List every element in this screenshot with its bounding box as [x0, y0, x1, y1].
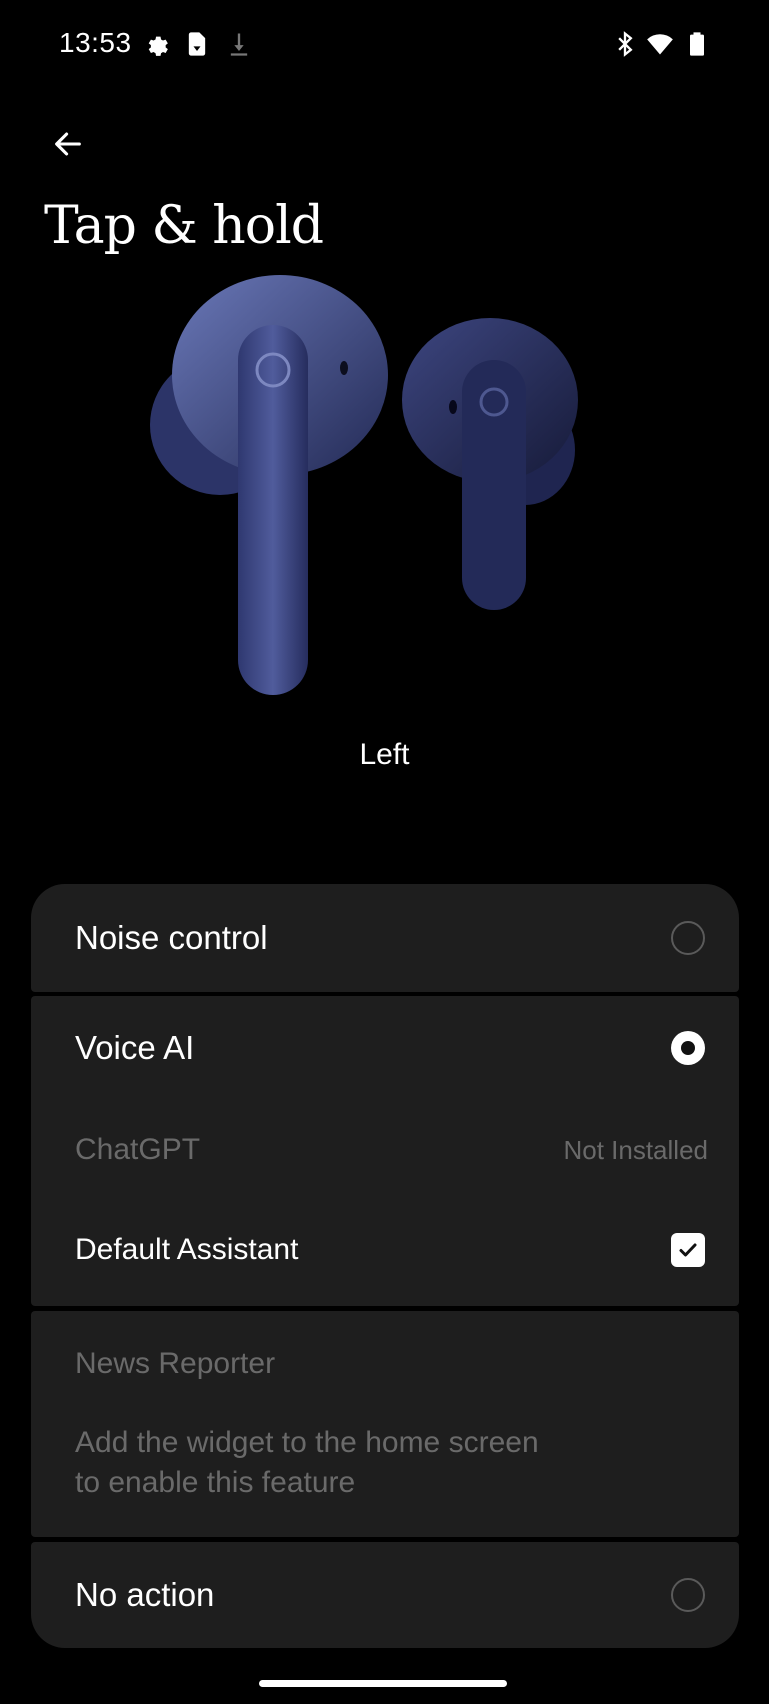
settings-gear-icon: [148, 36, 168, 56]
voice-ai-radio[interactable]: [671, 1031, 705, 1065]
no-action-option[interactable]: No action: [31, 1542, 739, 1648]
earbuds-image: [150, 275, 578, 695]
news-reporter-hint: Add the widget to the home screen to ena…: [75, 1426, 539, 1499]
voice-ai-option[interactable]: Voice AI: [75, 996, 705, 1100]
home-indicator[interactable]: [259, 1680, 507, 1687]
checkmark-icon: [679, 1243, 697, 1257]
battery-icon: [690, 32, 704, 56]
back-button[interactable]: [44, 120, 92, 168]
news-reporter-option: News Reporter Add the widget to the home…: [31, 1311, 739, 1537]
noise-control-option[interactable]: Noise control: [31, 884, 739, 992]
status-bar: 13:53: [0, 0, 769, 90]
default-assistant-checkbox[interactable]: [671, 1233, 705, 1267]
no-action-label: No action: [75, 1576, 215, 1613]
arrow-left-icon: [55, 132, 81, 156]
voice-ai-card: Voice AI ChatGPT Not Installed Default A…: [31, 996, 739, 1306]
news-reporter-label: News Reporter: [75, 1347, 276, 1380]
noise-control-radio[interactable]: [671, 921, 705, 955]
chatgpt-option: ChatGPT Not Installed: [75, 1100, 708, 1200]
download-file-icon: [188, 32, 206, 56]
no-action-radio[interactable]: [671, 1578, 705, 1612]
download-arrow-icon: [230, 33, 248, 56]
noise-control-label: Noise control: [75, 919, 268, 956]
earbud-side-label: Left: [359, 738, 410, 771]
chatgpt-label: ChatGPT: [75, 1133, 201, 1166]
page-title: Tap & hold: [44, 196, 324, 256]
chatgpt-status: Not Installed: [563, 1134, 708, 1165]
default-assistant-label: Default Assistant: [75, 1233, 299, 1266]
status-time: 13:53: [59, 27, 132, 58]
bluetooth-icon: [618, 31, 633, 57]
default-assistant-option[interactable]: Default Assistant: [75, 1200, 705, 1300]
wifi-icon: [647, 34, 673, 55]
voice-ai-label: Voice AI: [75, 1029, 195, 1066]
